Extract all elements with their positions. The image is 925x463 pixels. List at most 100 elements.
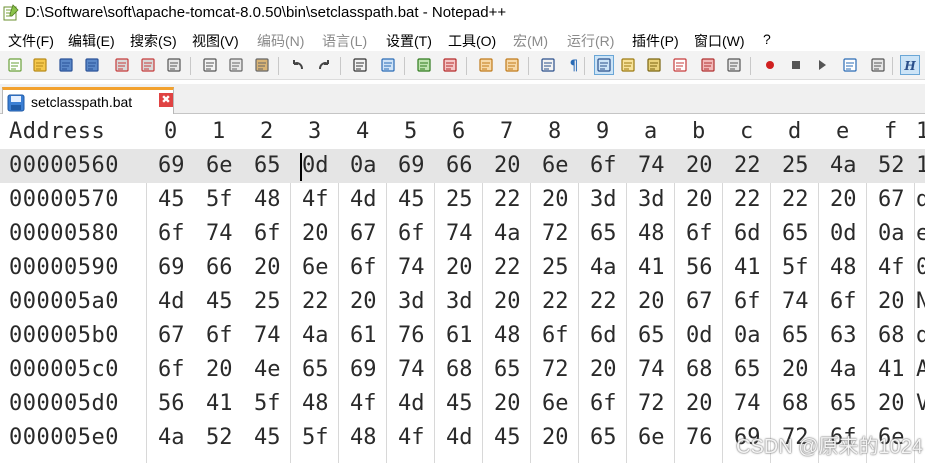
hex-byte[interactable]: 63 <box>830 323 857 348</box>
open-file-icon[interactable] <box>30 55 50 75</box>
hex-byte[interactable]: 68 <box>446 357 473 382</box>
hex-byte[interactable]: 56 <box>158 391 185 416</box>
hex-byte[interactable]: 4a <box>830 357 857 382</box>
menu-item-12[interactable]: ? <box>763 31 771 47</box>
hex-byte[interactable]: 0d <box>302 153 329 178</box>
hex-byte[interactable]: 41 <box>638 255 665 280</box>
hex-byte[interactable]: 48 <box>302 391 329 416</box>
hex-byte[interactable]: 20 <box>686 391 713 416</box>
menu-item-1[interactable]: 编辑(E) <box>68 31 115 51</box>
hex-byte[interactable]: 3d <box>638 187 665 212</box>
hex-byte[interactable]: 65 <box>590 221 617 246</box>
menu-item-4[interactable]: 编码(N) <box>257 31 304 51</box>
hex-byte[interactable]: 45 <box>254 425 281 450</box>
hex-byte[interactable]: 6f <box>590 153 617 178</box>
hex-byte[interactable]: 6e <box>302 255 329 280</box>
hex-byte[interactable]: 66 <box>206 255 233 280</box>
hex-byte[interactable]: 3d <box>446 289 473 314</box>
hex-byte[interactable]: 6e <box>206 153 233 178</box>
tab-setclasspath[interactable]: setclasspath.bat ✖ <box>2 87 174 114</box>
hex-byte[interactable]: 20 <box>878 391 905 416</box>
hex-byte[interactable]: 4a <box>830 153 857 178</box>
hex-byte[interactable]: 76 <box>686 425 713 450</box>
indent-guide-icon[interactable] <box>594 55 614 75</box>
hex-byte[interactable]: 4f <box>878 255 905 280</box>
hex-byte[interactable]: 22 <box>782 187 809 212</box>
hex-byte[interactable]: 6f <box>350 255 377 280</box>
hex-byte[interactable]: 41 <box>734 255 761 280</box>
close-tab-icon[interactable]: ✖ <box>159 93 173 107</box>
hex-byte[interactable]: 20 <box>494 153 521 178</box>
cut-icon[interactable] <box>200 55 220 75</box>
save-all-icon[interactable] <box>82 55 102 75</box>
hex-byte[interactable]: 74 <box>398 255 425 280</box>
hex-byte[interactable]: 20 <box>590 357 617 382</box>
hex-byte[interactable]: 22 <box>494 187 521 212</box>
hex-byte[interactable]: 20 <box>494 391 521 416</box>
hex-byte[interactable]: 74 <box>254 323 281 348</box>
hex-byte[interactable]: 48 <box>830 255 857 280</box>
hex-byte[interactable]: 6f <box>830 289 857 314</box>
menu-item-6[interactable]: 设置(T) <box>386 31 432 51</box>
hex-byte[interactable]: 4a <box>302 323 329 348</box>
hex-byte[interactable]: 52 <box>878 153 905 178</box>
hex-byte[interactable]: 20 <box>254 255 281 280</box>
hex-row[interactable]: 000005a0 4d 45 25 22 20 3d 3d 20 22 22 20 67 6f 74 6f 20… <box>0 285 925 319</box>
hex-byte[interactable]: 65 <box>302 357 329 382</box>
hex-byte[interactable]: 20 <box>206 357 233 382</box>
hex-byte[interactable]: 45 <box>158 187 185 212</box>
hex-byte[interactable]: 67 <box>686 289 713 314</box>
hex-byte[interactable]: 22 <box>734 187 761 212</box>
save-macro-icon[interactable] <box>868 55 888 75</box>
new-file-icon[interactable] <box>5 55 25 75</box>
folder-workspace-icon[interactable] <box>698 55 718 75</box>
hex-byte[interactable]: 4a <box>158 425 185 450</box>
close-icon[interactable] <box>112 55 132 75</box>
stop-macro-icon[interactable] <box>786 55 806 75</box>
hex-byte[interactable]: 0a <box>350 153 377 178</box>
hex-byte[interactable]: 6e <box>542 391 569 416</box>
hex-byte[interactable]: 45 <box>494 425 521 450</box>
hex-byte[interactable]: 20 <box>542 187 569 212</box>
hex-byte[interactable]: 48 <box>494 323 521 348</box>
hex-byte[interactable]: 48 <box>254 187 281 212</box>
hex-byte[interactable]: 45 <box>206 289 233 314</box>
sync-vertical-icon[interactable] <box>476 55 496 75</box>
hex-byte[interactable]: 25 <box>782 153 809 178</box>
hex-byte[interactable]: 6d <box>734 221 761 246</box>
hex-byte[interactable]: 6f <box>590 391 617 416</box>
hex-byte[interactable]: 66 <box>446 153 473 178</box>
hex-byte[interactable]: 65 <box>638 323 665 348</box>
hex-byte[interactable]: 67 <box>350 221 377 246</box>
hex-byte[interactable]: 20 <box>494 289 521 314</box>
replace-icon[interactable] <box>378 55 398 75</box>
hex-byte[interactable]: 6f <box>254 221 281 246</box>
hex-byte[interactable]: 5f <box>254 391 281 416</box>
hex-byte[interactable]: 5f <box>782 255 809 280</box>
hex-byte[interactable]: 22 <box>590 289 617 314</box>
hex-byte[interactable]: 69 <box>398 153 425 178</box>
menu-item-8[interactable]: 宏(M) <box>513 31 548 51</box>
hex-byte[interactable]: 68 <box>782 391 809 416</box>
hex-byte[interactable]: 65 <box>734 357 761 382</box>
hex-byte[interactable]: 6f <box>734 289 761 314</box>
hex-byte[interactable]: 20 <box>638 289 665 314</box>
menu-item-7[interactable]: 工具(O) <box>448 31 496 51</box>
hex-byte[interactable]: 52 <box>206 425 233 450</box>
hex-editor-icon[interactable]: H <box>900 55 920 75</box>
hex-byte[interactable]: 68 <box>686 357 713 382</box>
hex-byte[interactable]: 74 <box>446 221 473 246</box>
hex-byte[interactable]: 0a <box>878 221 905 246</box>
hex-byte[interactable]: 4d <box>350 187 377 212</box>
hex-byte[interactable]: 20 <box>878 289 905 314</box>
function-list-icon[interactable] <box>670 55 690 75</box>
hex-byte[interactable]: 4a <box>590 255 617 280</box>
hex-byte[interactable]: 6f <box>206 323 233 348</box>
hex-byte[interactable]: 74 <box>782 289 809 314</box>
hex-byte[interactable]: 61 <box>446 323 473 348</box>
doc-map-icon[interactable] <box>644 55 664 75</box>
print-icon[interactable] <box>164 55 184 75</box>
hex-byte[interactable]: 41 <box>878 357 905 382</box>
hex-byte[interactable]: 69 <box>158 153 185 178</box>
hex-byte[interactable]: 22 <box>734 153 761 178</box>
